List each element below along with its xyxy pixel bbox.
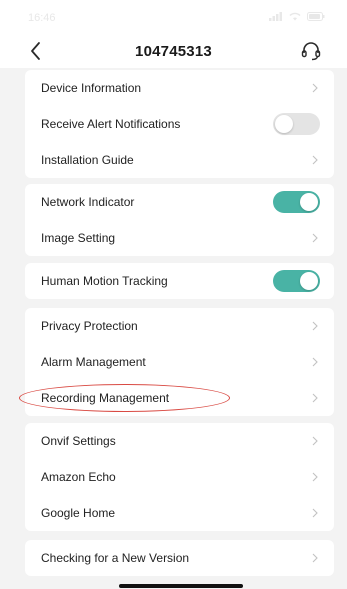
row-label: Installation Guide (41, 153, 134, 167)
chevron-right-icon (310, 154, 320, 166)
headset-icon (301, 42, 321, 61)
toggle-knob (300, 272, 318, 290)
settings-group-management: Privacy Protection Alarm Management Reco… (25, 308, 334, 416)
row-image-setting[interactable]: Image Setting (25, 220, 334, 256)
settings-group-version: Checking for a New Version (25, 540, 334, 576)
home-indicator (119, 584, 243, 588)
chevron-right-icon (310, 356, 320, 368)
row-onvif-settings[interactable]: Onvif Settings (25, 423, 334, 459)
chevron-right-icon (310, 392, 320, 404)
row-amazon-echo[interactable]: Amazon Echo (25, 459, 334, 495)
settings-group-network: Network Indicator Image Setting (25, 184, 334, 256)
row-label: Checking for a New Version (41, 551, 190, 565)
row-installation-guide[interactable]: Installation Guide (25, 142, 334, 178)
human-motion-tracking-toggle[interactable] (273, 270, 320, 292)
wifi-icon (289, 12, 301, 24)
nav-bar: 104745313 (0, 36, 347, 68)
row-human-motion-tracking: Human Motion Tracking (25, 263, 334, 299)
chevron-right-icon (310, 82, 320, 94)
status-bar: 16:46 (0, 0, 347, 36)
row-label: Receive Alert Notifications (41, 117, 181, 131)
chevron-right-icon (310, 471, 320, 483)
row-label: Human Motion Tracking (41, 274, 168, 288)
row-device-information[interactable]: Device Information (25, 70, 334, 106)
network-indicator-toggle[interactable] (273, 191, 320, 213)
settings-group-device: Device Information Receive Alert Notific… (25, 70, 334, 178)
settings-content: Device Information Receive Alert Notific… (0, 68, 347, 589)
row-checking-new-version[interactable]: Checking for a New Version (25, 540, 334, 576)
row-label: Network Indicator (41, 195, 135, 209)
battery-icon (307, 12, 325, 24)
row-label: Google Home (41, 506, 116, 520)
row-label: Device Information (41, 81, 142, 95)
row-privacy-protection[interactable]: Privacy Protection (25, 308, 334, 344)
signal-icon (269, 12, 283, 24)
row-alarm-management[interactable]: Alarm Management (25, 344, 334, 380)
row-label: Image Setting (41, 231, 116, 245)
status-time: 16:46 (28, 12, 56, 24)
row-label: Privacy Protection (41, 319, 138, 333)
toggle-knob (300, 193, 318, 211)
row-label: Amazon Echo (41, 470, 116, 484)
row-google-home[interactable]: Google Home (25, 495, 334, 531)
chevron-right-icon (310, 552, 320, 564)
row-label: Recording Management (41, 391, 170, 405)
support-button[interactable] (299, 39, 323, 63)
settings-group-tracking: Human Motion Tracking (25, 263, 334, 299)
row-network-indicator: Network Indicator (25, 184, 334, 220)
chevron-right-icon (310, 320, 320, 332)
toggle-knob (275, 115, 293, 133)
chevron-right-icon (310, 232, 320, 244)
row-label: Onvif Settings (41, 434, 116, 448)
status-icons (269, 12, 325, 24)
chevron-right-icon (310, 435, 320, 447)
chevron-right-icon (310, 507, 320, 519)
alert-notifications-toggle[interactable] (273, 113, 320, 135)
page-title: 104745313 (135, 43, 212, 60)
settings-group-integrations: Onvif Settings Amazon Echo Google Home (25, 423, 334, 531)
row-receive-alert-notifications: Receive Alert Notifications (25, 106, 334, 142)
row-recording-management[interactable]: Recording Management (25, 380, 334, 416)
row-label: Alarm Management (41, 355, 146, 369)
